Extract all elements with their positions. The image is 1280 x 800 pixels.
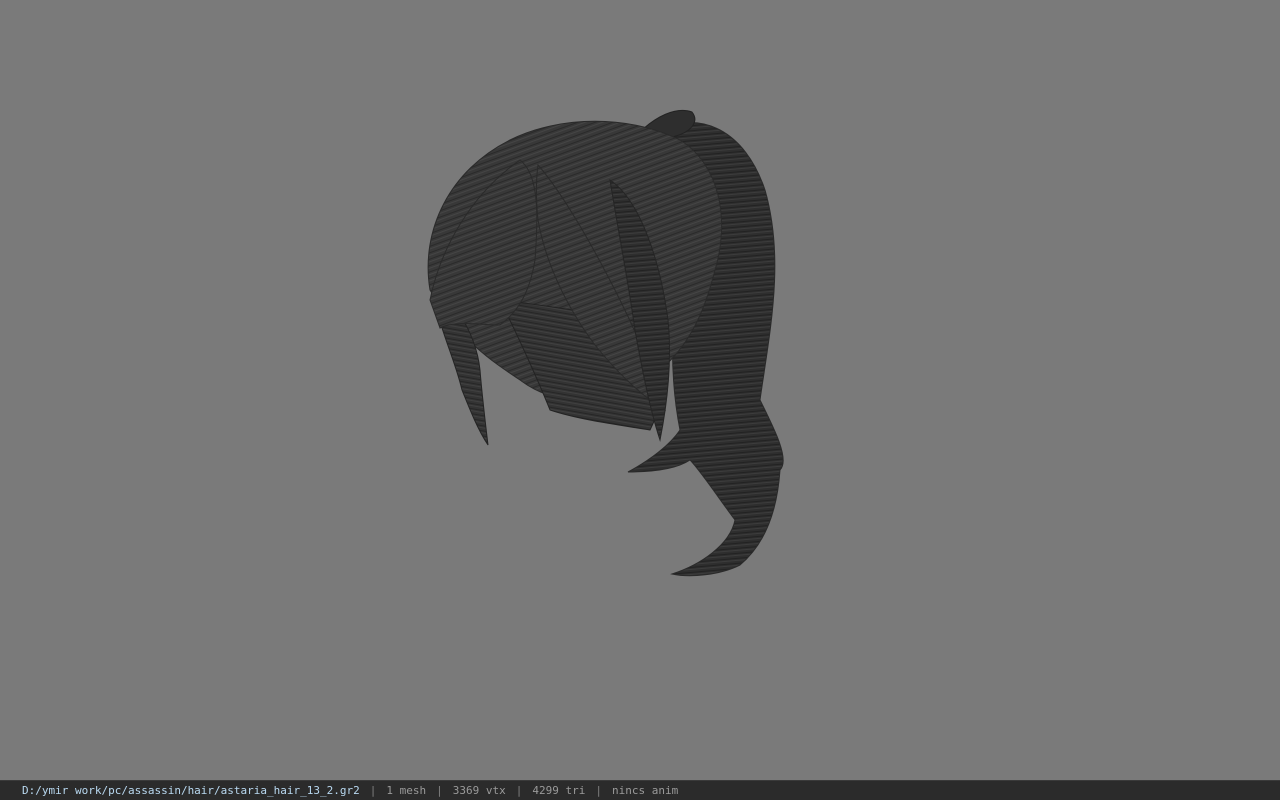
status-bar: D:/ymir work/pc/assassin/hair/astaria_ha…: [0, 780, 1280, 800]
mesh-count: 1 mesh: [386, 784, 427, 797]
animation-status: nincs anim: [611, 784, 679, 797]
status-separator: |: [369, 784, 377, 797]
vertex-count: 3369 vtx: [452, 784, 506, 797]
triangle-count: 4299 tri: [532, 784, 586, 797]
hair-model[interactable]: [0, 0, 1280, 780]
status-separator: |: [515, 784, 523, 797]
3d-viewport[interactable]: [0, 0, 1280, 780]
status-separator: |: [595, 784, 602, 797]
file-path: D:/ymir work/pc/assassin/hair/astaria_ha…: [22, 784, 360, 797]
status-separator: |: [436, 784, 443, 797]
